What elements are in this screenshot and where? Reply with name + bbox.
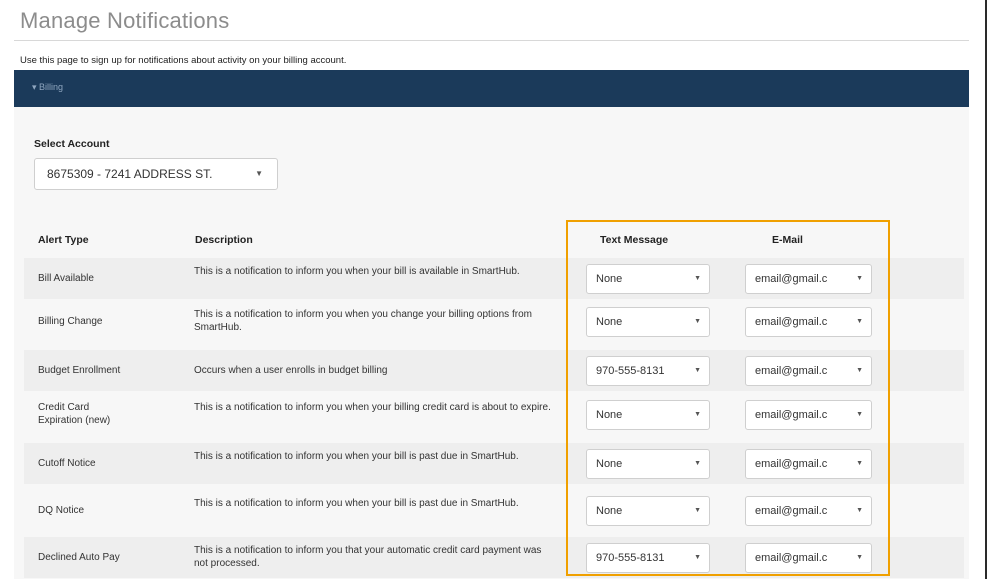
alert-type-cell: Budget Enrollment: [38, 365, 121, 376]
email-select[interactable]: email@gmail.c ▼: [745, 496, 872, 526]
chevron-down-icon: ▼: [856, 507, 863, 514]
email-select[interactable]: email@gmail.c ▼: [745, 264, 872, 294]
chevron-down-icon: ▼: [856, 554, 863, 561]
email-select-value: email@gmail.c: [755, 365, 828, 377]
email-select[interactable]: email@gmail.c ▼: [745, 307, 872, 337]
description-cell: This is a notification to inform you whe…: [194, 309, 532, 333]
text-message-select-value: None: [596, 316, 623, 328]
select-account-label: Select Account: [34, 138, 110, 150]
description-cell: Occurs when a user enrolls in budget bil…: [194, 365, 388, 376]
text-message-select-value: None: [596, 505, 623, 517]
chevron-down-icon: ▼: [694, 275, 701, 282]
chevron-down-icon: ▼: [694, 460, 701, 467]
header-alert-type: Alert Type: [38, 234, 89, 246]
email-select-value: email@gmail.c: [755, 552, 828, 564]
intro-text: Use this page to sign up for notificatio…: [20, 55, 347, 66]
text-message-select-value: 970-555-8131: [596, 365, 665, 377]
chevron-down-icon: ▼: [255, 169, 263, 178]
email-select[interactable]: email@gmail.c ▼: [745, 449, 872, 479]
chevron-down-icon: ▼: [856, 318, 863, 325]
email-select-value: email@gmail.c: [755, 409, 828, 421]
description-cell: This is a notification to inform you whe…: [194, 402, 551, 413]
description-cell: This is a notification to inform you whe…: [194, 266, 520, 277]
table-row: Budget Enrollment Occurs when a user enro…: [24, 350, 964, 391]
window-edge: [985, 0, 987, 579]
alert-type-cell: Cutoff Notice: [38, 458, 96, 469]
chevron-down-icon: ▼: [694, 507, 701, 514]
email-select[interactable]: email@gmail.c ▼: [745, 543, 872, 573]
description-cell: This is a notification to inform you tha…: [194, 545, 542, 569]
account-select-value: 8675309 - 7241 ADDRESS ST.: [47, 167, 213, 181]
alert-type-cell: DQ Notice: [38, 505, 85, 516]
alert-type-cell: Credit Card Expiration (new): [38, 402, 111, 426]
title-divider: [14, 40, 969, 41]
chevron-down-icon: ▼: [856, 275, 863, 282]
table-row: Credit Card Expiration (new) This is a no…: [24, 394, 964, 435]
text-message-select-value: None: [596, 409, 623, 421]
text-message-select[interactable]: None ▼: [586, 307, 710, 337]
chevron-down-icon: ▼: [856, 460, 863, 467]
alert-type-cell: Declined Auto Pay: [38, 552, 120, 563]
chevron-down-icon: ▼: [694, 367, 701, 374]
email-select-value: email@gmail.c: [755, 316, 828, 328]
text-message-select[interactable]: None ▼: [586, 264, 710, 294]
chevron-down-icon: ▼: [856, 367, 863, 374]
chevron-down-icon: ▼: [694, 318, 701, 325]
chevron-down-icon: ▼: [694, 554, 701, 561]
alert-type-cell: Bill Available: [38, 273, 94, 284]
table-row: Billing Change This is a notification to …: [24, 301, 964, 342]
table-row: DQ Notice This is a notification to infor…: [24, 490, 964, 531]
page-title: Manage Notifications: [20, 8, 230, 33]
chevron-down-icon: ▼: [856, 411, 863, 418]
description-cell: This is a notification to inform you whe…: [194, 451, 519, 462]
email-select[interactable]: email@gmail.c ▼: [745, 356, 872, 386]
table-row: Declined Auto Pay This is a notification …: [24, 537, 964, 578]
email-select-value: email@gmail.c: [755, 458, 828, 470]
billing-section-label: ▾ Billing: [32, 82, 64, 92]
table-row: Bill Available This is a notification to …: [24, 258, 964, 299]
text-message-select[interactable]: 970-555-8131 ▼: [586, 543, 710, 573]
text-message-select-value: None: [596, 458, 623, 470]
header-description: Description: [195, 234, 253, 246]
email-select[interactable]: email@gmail.c ▼: [745, 400, 872, 430]
header-text-message: Text Message: [600, 234, 669, 246]
text-message-select-value: 970-555-8131: [596, 552, 665, 564]
table-row: Cutoff Notice This is a notification to i…: [24, 443, 964, 484]
account-select[interactable]: 8675309 - 7241 ADDRESS ST. ▼: [34, 158, 278, 190]
email-select-value: email@gmail.c: [755, 505, 828, 517]
text-message-select[interactable]: 970-555-8131 ▼: [586, 356, 710, 386]
alert-type-cell: Billing Change: [38, 316, 103, 327]
header-email: E-Mail: [772, 234, 803, 246]
text-message-select[interactable]: None ▼: [586, 400, 710, 430]
billing-section-header[interactable]: ▾ Billing: [14, 70, 969, 107]
text-message-select[interactable]: None ▼: [586, 496, 710, 526]
text-message-select-value: None: [596, 273, 623, 285]
email-select-value: email@gmail.c: [755, 273, 828, 285]
text-message-select[interactable]: None ▼: [586, 449, 710, 479]
description-cell: This is a notification to inform you whe…: [194, 498, 519, 509]
chevron-down-icon: ▼: [694, 411, 701, 418]
